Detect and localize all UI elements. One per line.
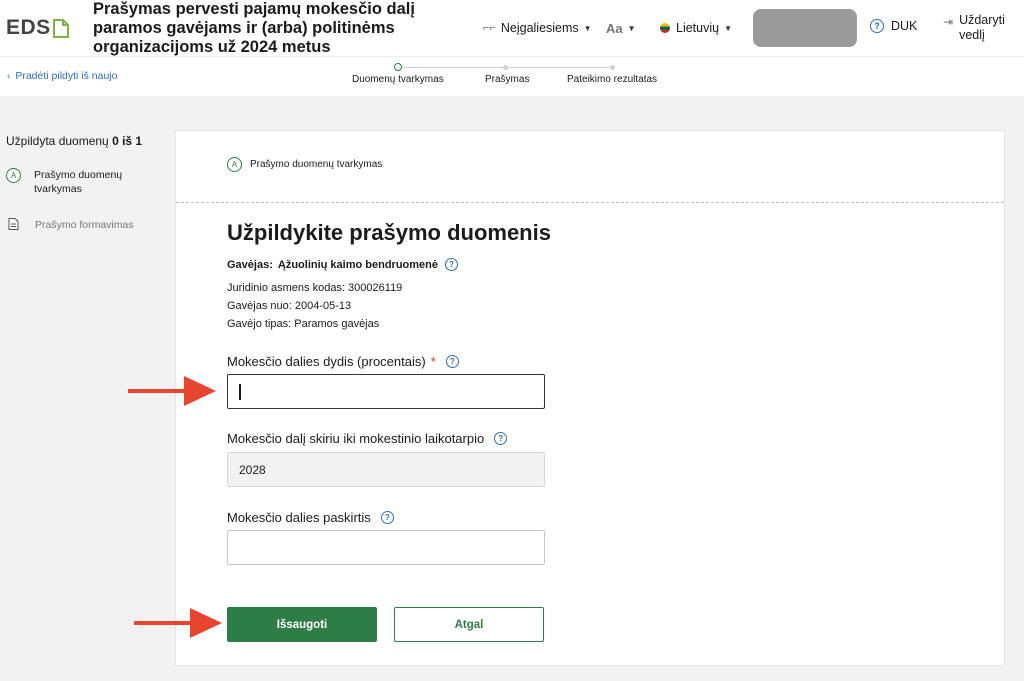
logo-text: EDS — [6, 16, 51, 39]
progress-value: 0 iš 1 — [112, 134, 143, 148]
language-select[interactable]: Lietuvių ▼ — [660, 21, 732, 35]
text-cursor — [239, 384, 241, 400]
step-indicator-active — [394, 63, 402, 71]
eds-logo[interactable]: EDS — [6, 16, 69, 40]
language-label: Lietuvių — [676, 21, 720, 35]
lithuania-flag-icon — [660, 23, 670, 33]
sidebar-item-label: Prašymo duomenų tvarkymas — [34, 169, 123, 195]
step-indicator — [610, 65, 615, 70]
close-wizard-label: Uždaryti vedlį — [959, 13, 1005, 42]
recipient-type: Gavėjo tipas: Paramos gavėjas — [227, 318, 380, 330]
close-wizard-button[interactable]: ⇥ Uždaryti vedlį — [943, 13, 1009, 43]
period-label-text: Mokesčio dalį skiriu iki mokestinio laik… — [227, 431, 485, 446]
purpose-input[interactable] — [227, 530, 545, 565]
app-header: EDS Prašymas pervesti pajamų mokesčio da… — [0, 0, 1024, 56]
form-card: A Prašymo duomenų tvarkymas Užpildykite … — [175, 130, 1005, 666]
faq-label: DUK — [891, 19, 918, 33]
exit-icon: ⇥ — [943, 15, 954, 29]
annotation-arrow-icon — [134, 608, 222, 638]
restart-link[interactable]: ‹ Pradėti pildyti iš naujo — [7, 70, 117, 82]
page-title: Prašymas pervesti pajamų mokesčio dalį p… — [93, 0, 415, 56]
sidebar-item-label: Prašymo formavimas — [35, 219, 134, 231]
sidebar-item-data-management[interactable]: A Prašymo duomenų tvarkymas — [6, 168, 134, 196]
glasses-icon: ⌐⌐ — [483, 22, 496, 34]
period-input[interactable]: 2028 — [227, 452, 545, 487]
chevron-down-icon: ▼ — [583, 23, 592, 33]
chevron-left-icon: ‹ — [7, 70, 11, 82]
step-label-data: Duomenų tvarkymas — [352, 74, 444, 85]
wizard-subheader: ‹ Pradėti pildyti iš naujo Duomenų tvark… — [0, 56, 1024, 96]
logo-document-icon — [52, 18, 69, 38]
recipient-name: Ąžuolinių kaimo bendruomenė — [277, 258, 438, 271]
font-size-menu[interactable]: Aa ▼ — [606, 21, 636, 36]
period-field-label: Mokesčio dalį skiriu iki mokestinio laik… — [227, 431, 508, 446]
sidebar-item-form-creation[interactable]: Prašymo formavimas — [6, 218, 134, 232]
recipient-row: Gavėjas: Ąžuolinių kaimo bendruomenė ? — [227, 258, 458, 271]
step-label-request: Prašymas — [485, 74, 530, 85]
period-input-value: 2028 — [239, 462, 266, 477]
save-button[interactable]: Išsaugoti — [227, 607, 377, 642]
percent-field-label: Mokesčio dalies dydis (procentais) * ? — [227, 354, 459, 369]
chevron-down-icon: ▼ — [724, 23, 733, 33]
recipient-since: Gavėjas nuo: 2004-05-13 — [227, 300, 352, 312]
purpose-field-label: Mokesčio dalies paskirtis ? — [227, 510, 394, 525]
question-icon[interactable]: ? — [494, 432, 508, 445]
font-size-label: Aa — [606, 21, 623, 36]
back-button[interactable]: Atgal — [394, 607, 544, 642]
recipient-label: Gavėjas: — [227, 258, 273, 271]
question-icon[interactable]: ? — [445, 258, 458, 271]
question-icon[interactable]: ? — [380, 511, 394, 524]
step-label-result: Pateikimo rezultatas — [567, 74, 658, 85]
required-mark: * — [430, 354, 436, 369]
document-icon — [8, 218, 19, 230]
question-icon: ? — [870, 19, 884, 33]
step-indicator — [503, 65, 508, 70]
user-account-redacted[interactable] — [753, 9, 857, 47]
annotation-arrow-icon — [128, 376, 216, 406]
section-header: A Prašymo duomenų tvarkymas — [176, 131, 1004, 203]
step-a-badge: A — [6, 168, 21, 183]
purpose-label-text: Mokesčio dalies paskirtis — [227, 510, 371, 525]
restart-label: Pradėti pildyti iš naujo — [15, 70, 118, 82]
progress-prefix: Užpildyta duomenų — [6, 134, 109, 148]
accessibility-menu[interactable]: ⌐⌐ Neįgaliesiems ▼ — [483, 21, 592, 35]
form-heading: Užpildykite prašymo duomenis — [227, 220, 551, 245]
percent-label-text: Mokesčio dalies dydis (procentais) — [227, 354, 426, 369]
chevron-down-icon: ▼ — [627, 24, 636, 33]
section-a-badge: A — [227, 157, 242, 172]
percent-input[interactable] — [227, 374, 545, 409]
accessibility-label: Neįgaliesiems — [500, 21, 579, 35]
faq-link[interactable]: ? DUK — [870, 19, 917, 33]
legal-code: Juridinio asmens kodas: 300026119 — [227, 282, 403, 294]
section-title: Prašymo duomenų tvarkymas — [250, 159, 383, 170]
completion-progress: Užpildyta duomenų 0 iš 1 — [6, 134, 142, 148]
question-icon[interactable]: ? — [445, 355, 459, 368]
